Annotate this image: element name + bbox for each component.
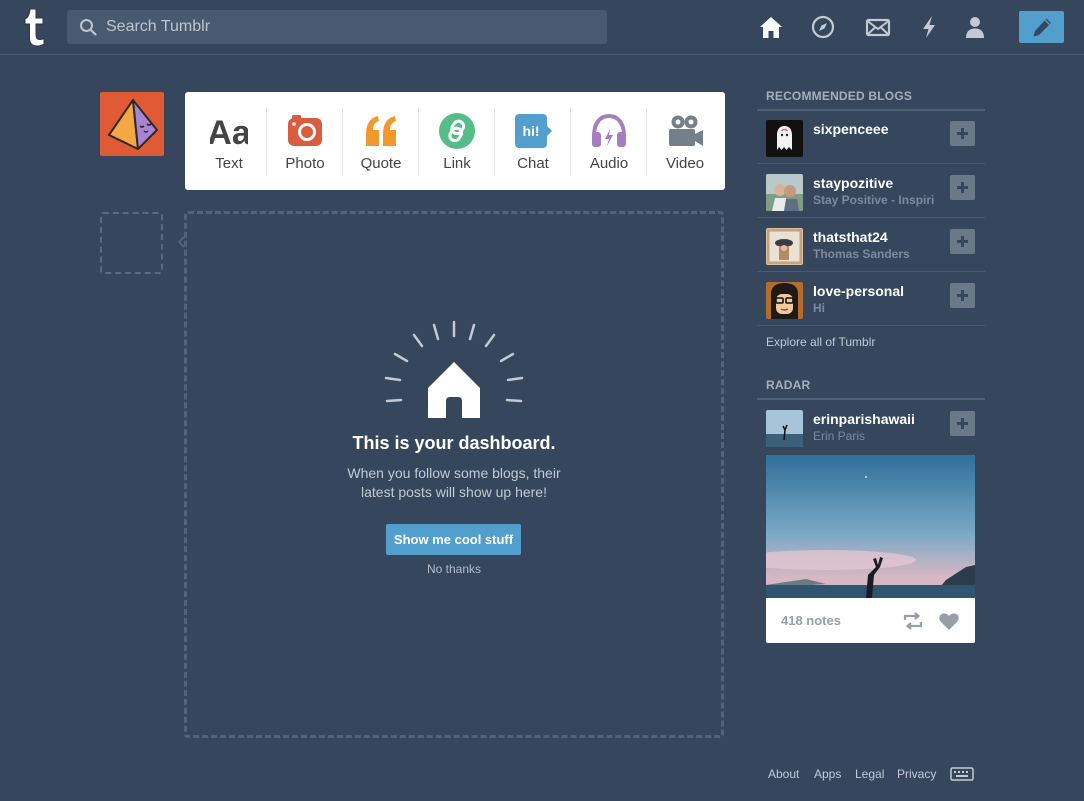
post-video-label: Video bbox=[665, 155, 705, 172]
text-icon: Aa bbox=[210, 114, 248, 150]
blog-name[interactable]: thatsthat24 bbox=[813, 229, 888, 245]
footer-legal-link[interactable]: Legal bbox=[855, 767, 884, 781]
reblog-icon[interactable] bbox=[902, 611, 924, 631]
search-icon bbox=[80, 19, 97, 36]
follow-button[interactable] bbox=[950, 411, 975, 436]
post-audio-label: Audio bbox=[589, 155, 629, 172]
dashboard-message: When you follow some blogs, their latest… bbox=[347, 465, 561, 500]
post-link-label: Link bbox=[443, 155, 471, 172]
pyramid-avatar-image bbox=[108, 99, 158, 150]
compose-button[interactable] bbox=[1019, 11, 1064, 43]
radar-heading: RADAR bbox=[757, 378, 985, 400]
footer-apps-link[interactable]: Apps bbox=[814, 767, 841, 781]
like-heart-icon[interactable] bbox=[938, 611, 960, 631]
recommended-blog-item[interactable]: thatsthat24 Thomas Sanders bbox=[757, 218, 985, 272]
placeholder-avatar bbox=[100, 212, 163, 274]
blog-name[interactable]: staypozitive bbox=[813, 175, 893, 191]
post-text-button[interactable]: Aa Text bbox=[191, 92, 267, 190]
post-quote-label: Quote bbox=[360, 155, 402, 172]
post-video-button[interactable]: Video bbox=[647, 92, 723, 190]
video-camera-icon bbox=[669, 115, 703, 146]
blog-avatar[interactable] bbox=[766, 228, 803, 265]
recommended-blogs-heading: RECOMMENDED BLOGS bbox=[757, 89, 985, 111]
svg-text:hi!: hi! bbox=[522, 123, 539, 139]
top-bar: Search Tumblr bbox=[0, 0, 1084, 55]
post-photo-label: Photo bbox=[285, 155, 325, 172]
follow-button[interactable] bbox=[950, 283, 975, 308]
follow-button[interactable] bbox=[950, 121, 975, 146]
show-cool-stuff-button[interactable]: Show me cool stuff bbox=[386, 524, 521, 555]
post-photo-button[interactable]: Photo bbox=[267, 92, 343, 190]
search-input[interactable]: Search Tumblr bbox=[106, 18, 210, 36]
dashboard-home-illustration bbox=[384, 320, 524, 418]
account-icon[interactable] bbox=[962, 14, 988, 40]
blog-avatar[interactable] bbox=[766, 120, 803, 157]
tumblr-logo[interactable] bbox=[18, 7, 50, 47]
chat-icon: hi! bbox=[515, 114, 552, 148]
explore-tumblr-link[interactable]: Explore all of Tumblr bbox=[766, 335, 875, 349]
quote-icon bbox=[366, 116, 396, 146]
footer-about-link[interactable]: About bbox=[768, 767, 799, 781]
blog-subtitle: Stay Positive - Inspiri bbox=[813, 193, 935, 207]
headphones-icon bbox=[592, 113, 626, 147]
notes-count[interactable]: 418 notes bbox=[781, 613, 841, 628]
post-quote-button[interactable]: Quote bbox=[343, 92, 419, 190]
blog-subtitle: Hi bbox=[813, 301, 825, 315]
recommended-blog-item[interactable]: love-personal Hi bbox=[757, 272, 985, 326]
post-type-bar: Aa Text Photo Quote Link hi! Chat Audio … bbox=[185, 92, 725, 190]
post-audio-button[interactable]: Audio bbox=[571, 92, 647, 190]
explore-icon[interactable] bbox=[810, 14, 836, 40]
follow-button[interactable] bbox=[950, 175, 975, 200]
blog-avatar[interactable] bbox=[766, 174, 803, 211]
keyboard-icon[interactable] bbox=[950, 767, 974, 781]
blog-name[interactable]: sixpenceee bbox=[813, 121, 889, 137]
footer-privacy-link[interactable]: Privacy bbox=[897, 767, 936, 781]
activity-icon[interactable] bbox=[916, 14, 942, 40]
radar-post-card[interactable]: 418 notes bbox=[766, 455, 975, 643]
svg-text:Aa: Aa bbox=[210, 114, 248, 150]
radar-blog-item[interactable]: erinparishawaii Erin Paris bbox=[757, 400, 985, 454]
blog-avatar[interactable] bbox=[766, 410, 803, 447]
post-chat-label: Chat bbox=[517, 155, 549, 172]
post-link-button[interactable]: Link bbox=[419, 92, 495, 190]
dashboard-title: This is your dashboard. bbox=[352, 433, 556, 453]
post-text-label: Text bbox=[215, 155, 243, 172]
no-thanks-link[interactable]: No thanks bbox=[384, 562, 524, 576]
blog-subtitle: Thomas Sanders bbox=[813, 247, 910, 261]
camera-icon bbox=[288, 115, 322, 146]
blog-subtitle: Erin Paris bbox=[813, 429, 866, 443]
radar-post-photo[interactable] bbox=[766, 455, 975, 598]
blog-name[interactable]: love-personal bbox=[813, 283, 904, 299]
inbox-icon[interactable] bbox=[865, 14, 891, 40]
blog-name[interactable]: erinparishawaii bbox=[813, 411, 915, 427]
user-avatar[interactable] bbox=[100, 92, 164, 156]
recommended-blog-item[interactable]: staypozitive Stay Positive - Inspiri bbox=[757, 164, 985, 218]
recommended-blog-item[interactable]: sixpenceee bbox=[757, 110, 985, 164]
pencil-icon bbox=[1033, 18, 1051, 37]
home-icon[interactable] bbox=[758, 14, 784, 40]
post-chat-button[interactable]: hi! Chat bbox=[495, 92, 571, 190]
blog-avatar[interactable] bbox=[766, 282, 803, 319]
link-icon bbox=[439, 113, 475, 149]
search-box[interactable]: Search Tumblr bbox=[67, 10, 607, 44]
follow-button[interactable] bbox=[950, 229, 975, 254]
